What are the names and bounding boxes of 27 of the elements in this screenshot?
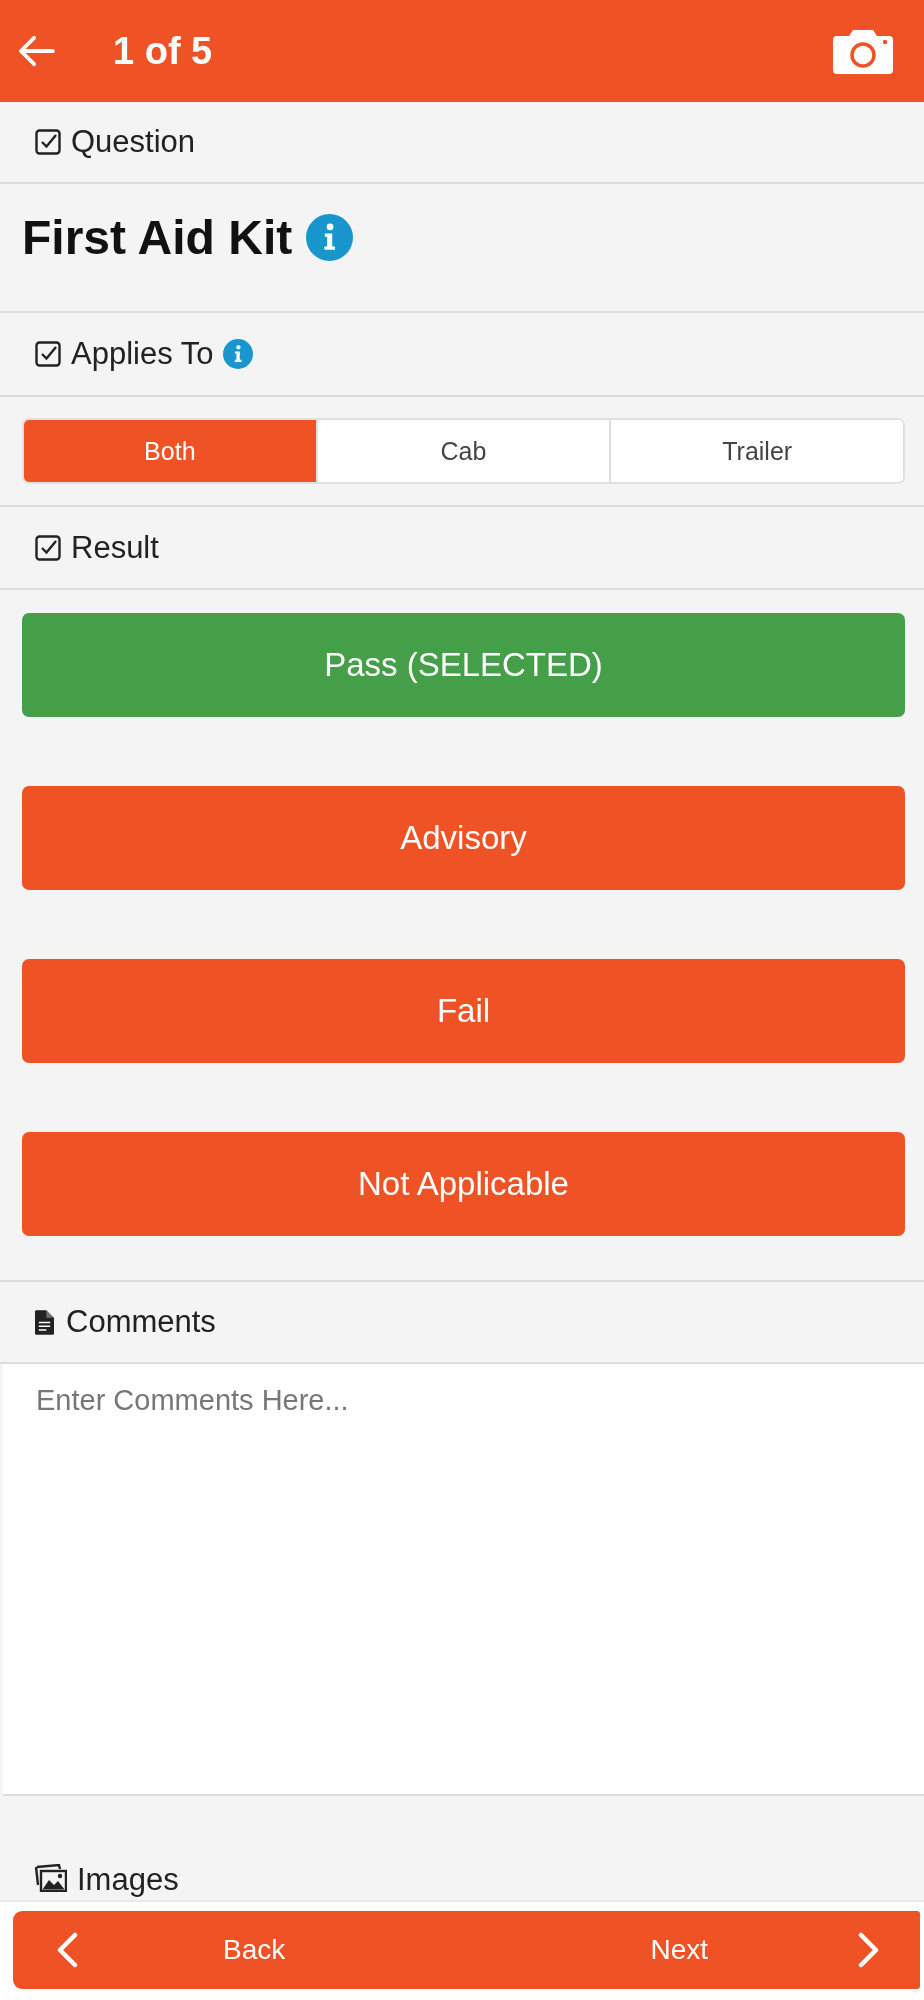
chevron-left-icon bbox=[56, 1932, 78, 1968]
info-icon[interactable] bbox=[306, 214, 354, 261]
section-heading: Comments bbox=[66, 1304, 216, 1340]
checkbox-icon bbox=[35, 129, 61, 155]
result-button[interactable]: Fail bbox=[22, 959, 905, 1063]
result-button[interactable]: Advisory bbox=[22, 786, 905, 890]
checkbox-icon bbox=[35, 534, 61, 561]
info-icon[interactable] bbox=[223, 339, 254, 369]
result-button[interactable]: Not Applicable bbox=[22, 1132, 905, 1236]
next-button[interactable]: Next bbox=[650, 1932, 880, 1968]
result-button[interactable]: Pass (SELECTED) bbox=[22, 613, 905, 717]
back-button[interactable]: Back bbox=[56, 1932, 286, 1968]
camera-icon[interactable] bbox=[833, 28, 893, 74]
page-counter: 1 of 5 bbox=[113, 29, 213, 73]
section-heading: Images bbox=[77, 1862, 179, 1898]
chevron-right-icon bbox=[858, 1932, 880, 1968]
comments-field[interactable]: Enter Comments Here... bbox=[3, 1364, 924, 1794]
segment-tab[interactable]: Both bbox=[24, 420, 316, 482]
back-arrow-icon[interactable] bbox=[17, 35, 55, 67]
section-heading: Question bbox=[71, 124, 196, 160]
images-icon bbox=[35, 1864, 67, 1892]
segment-tab[interactable]: Trailer bbox=[609, 420, 903, 482]
document-icon bbox=[35, 1309, 54, 1335]
section-heading: Applies To bbox=[71, 336, 214, 372]
section-heading: Result bbox=[71, 529, 159, 566]
checkbox-icon bbox=[35, 341, 61, 367]
question-title: First Aid Kit bbox=[22, 210, 293, 266]
